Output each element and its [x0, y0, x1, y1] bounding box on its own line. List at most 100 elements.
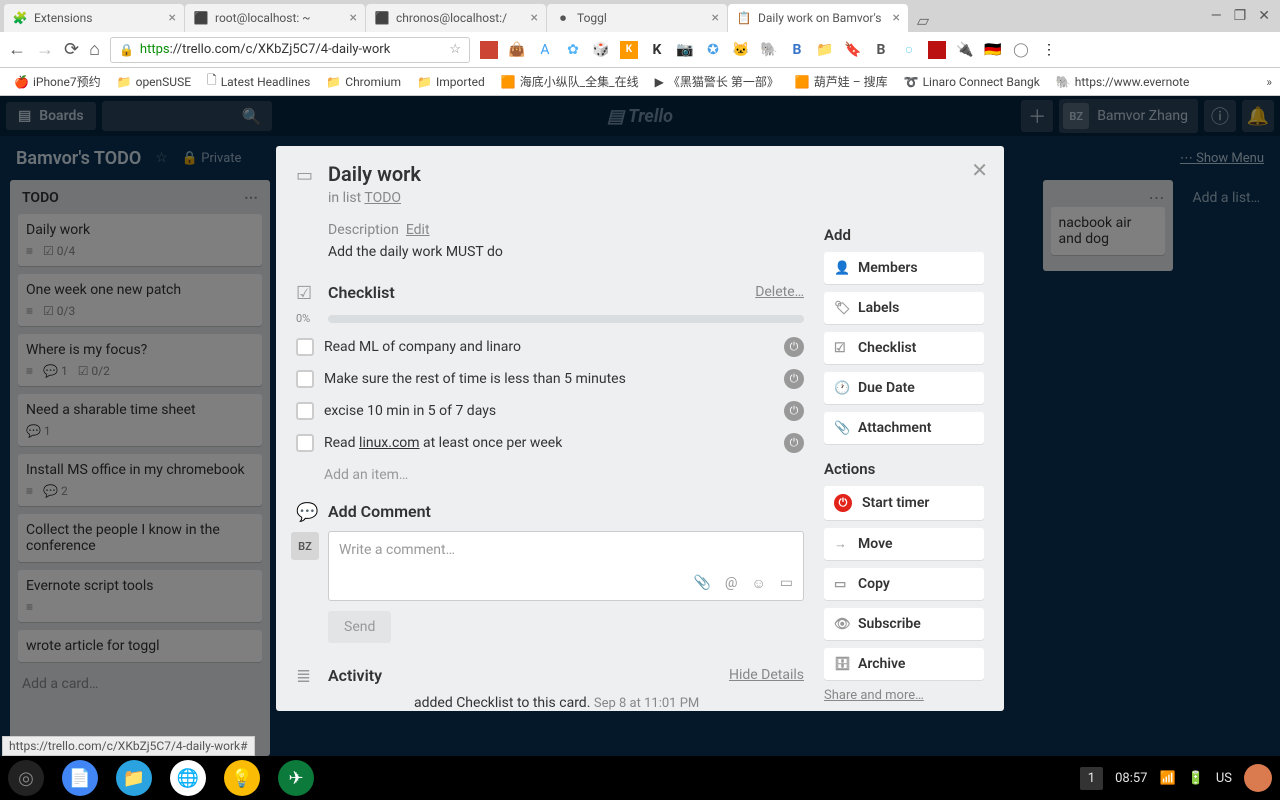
checkbox[interactable] — [296, 434, 314, 452]
language-indicator[interactable]: US — [1216, 771, 1232, 786]
subscribe-button[interactable]: 👁Subscribe — [824, 608, 984, 640]
maximize-icon[interactable]: ❐ — [1234, 8, 1247, 24]
ext-icon[interactable]: 🇩🇪 — [984, 41, 1002, 59]
back-icon[interactable]: ← — [8, 39, 26, 60]
close-icon[interactable]: × — [169, 10, 176, 26]
edit-link[interactable]: Edit — [406, 222, 430, 238]
ext-icon[interactable]: 🐱 — [732, 41, 750, 59]
forward-icon[interactable]: → — [36, 39, 54, 60]
close-icon[interactable]: ✕ — [971, 158, 988, 182]
docs-icon[interactable]: 📄 — [62, 760, 98, 796]
checkbox[interactable] — [296, 402, 314, 420]
bookmark[interactable]: 🗋Latest Headlines — [201, 69, 316, 94]
ext-icon[interactable]: 🎲 — [592, 41, 610, 59]
address-bar[interactable]: 🔒 https ://trello.com /c/XKbZj5C7/4-dail… — [110, 37, 470, 63]
delete-link[interactable]: Delete… — [755, 284, 804, 300]
add-checklist-item[interactable]: Add an item… — [324, 459, 804, 499]
mention-icon[interactable]: @ — [725, 575, 738, 592]
checkbox[interactable] — [296, 370, 314, 388]
hide-details-link[interactable]: Hide Details — [729, 667, 804, 683]
ext-icon[interactable] — [928, 41, 946, 59]
ext-icon[interactable]: A — [536, 41, 554, 59]
bookmark[interactable]: 📁Chromium — [320, 73, 407, 91]
attachment-button[interactable]: 📎Attachment — [824, 412, 984, 444]
ext-icon[interactable] — [480, 41, 498, 59]
bookmark[interactable]: 🟧海底小纵队_全集_在线 — [495, 71, 645, 92]
ext-icon[interactable]: ○ — [900, 41, 918, 59]
checklist-item[interactable]: Read ML of company and linaro ⏻ — [296, 331, 804, 363]
clock[interactable]: 08:57 — [1115, 771, 1147, 786]
share-link[interactable]: Share and more… — [824, 688, 984, 703]
send-button[interactable]: Send — [328, 611, 391, 643]
browser-tab[interactable]: 🧩 Extensions × — [4, 4, 184, 32]
ext-icon[interactable]: 🔖 — [844, 41, 862, 59]
notification-count[interactable]: 1 — [1080, 767, 1103, 790]
ext-icon[interactable]: 🔌 — [956, 41, 974, 59]
close-icon[interactable]: × — [350, 10, 357, 26]
ext-icon[interactable]: B — [788, 41, 806, 59]
labels-button[interactable]: 🏷Labels — [824, 292, 984, 324]
bookmark[interactable]: 🍎iPhone7预约 — [8, 71, 107, 92]
browser-tab[interactable]: ⏺ Toggl × — [547, 4, 727, 32]
power-icon[interactable]: ⏻ — [784, 337, 804, 357]
power-icon[interactable]: ⏻ — [784, 401, 804, 421]
wifi-icon[interactable]: 📶 — [1159, 771, 1175, 786]
checklist-button[interactable]: ☑Checklist — [824, 332, 984, 364]
checklist-item[interactable]: excise 10 min in 5 of 7 days ⏻ — [296, 395, 804, 427]
attachment-icon[interactable]: 📎 — [693, 575, 710, 592]
move-button[interactable]: →Move — [824, 528, 984, 560]
power-icon[interactable]: ⏻ — [784, 433, 804, 453]
bookmark[interactable]: 📁Imported — [411, 73, 491, 91]
ext-icon[interactable]: 📁 — [816, 41, 834, 59]
ext-icon[interactable]: ◯ — [1012, 41, 1030, 59]
link[interactable]: linux.com — [359, 435, 419, 451]
checklist-item[interactable]: Make sure the rest of time is less than … — [296, 363, 804, 395]
ext-icon[interactable]: K — [620, 41, 638, 59]
due-date-button[interactable]: 🕐Due Date — [824, 372, 984, 404]
copy-button[interactable]: ▭Copy — [824, 568, 984, 600]
close-icon[interactable]: × — [531, 10, 538, 26]
home-icon[interactable]: ⌂ — [89, 39, 100, 60]
checkbox[interactable] — [296, 338, 314, 356]
ext-icon[interactable]: 👜 — [508, 41, 526, 59]
chrome-icon[interactable]: 🌐 — [170, 760, 206, 796]
bookmark[interactable]: 🟧葫芦娃 – 搜库 — [789, 71, 894, 92]
bookmark[interactable]: ➰Linaro Connect Bangk — [898, 73, 1046, 91]
bookmark-overflow-icon[interactable]: » — [1266, 75, 1272, 89]
bookmark-star-icon[interactable]: ☆ — [449, 42, 461, 57]
keep-icon[interactable]: 💡 — [224, 760, 260, 796]
battery-icon[interactable]: 🔋 — [1188, 771, 1204, 786]
bookmark[interactable]: 🐘https://www.evernote — [1050, 73, 1196, 91]
list-link[interactable]: TODO — [364, 190, 401, 206]
ext-icon[interactable]: ✪ — [704, 41, 722, 59]
ext-icon[interactable]: 📷 — [676, 41, 694, 59]
start-timer-button[interactable]: ⏻Start timer — [824, 486, 984, 520]
ext-icon[interactable]: K — [648, 41, 666, 59]
files-icon[interactable]: 📁 — [116, 760, 152, 796]
checklist-item[interactable]: Read linux.com at least once per week ⏻ — [296, 427, 804, 459]
ext-icon[interactable]: B — [872, 41, 890, 59]
minimize-icon[interactable]: — — [1211, 8, 1222, 24]
members-button[interactable]: 👤Members — [824, 252, 984, 284]
description-text[interactable]: Add the daily work MUST do — [328, 244, 804, 260]
comment-input[interactable]: BZ Write a comment… 📎 @ ☺ ▭ — [328, 531, 804, 601]
browser-tab[interactable]: ⬛ root@localhost: ~ × — [185, 4, 365, 32]
ext-icon[interactable]: ✿ — [564, 41, 582, 59]
emoji-icon[interactable]: ☺ — [751, 575, 765, 592]
browser-tab-active[interactable]: 📋 Daily work on Bamvor's × — [728, 4, 908, 32]
bookmark[interactable]: ▶《黑猫警长 第一部》 — [649, 71, 785, 92]
window-close-icon[interactable]: ✕ — [1258, 8, 1270, 24]
power-icon[interactable]: ⏻ — [784, 369, 804, 389]
launcher-icon[interactable]: ◎ — [8, 760, 44, 796]
card-icon[interactable]: ▭ — [780, 575, 793, 592]
reload-icon[interactable]: ⟳ — [64, 39, 79, 60]
new-tab-button[interactable]: ▱ — [909, 8, 937, 32]
bookmark[interactable]: 📁openSUSE — [111, 73, 197, 91]
ext-icon[interactable]: 🐘 — [760, 41, 778, 59]
avatar[interactable] — [1244, 764, 1272, 792]
close-icon[interactable]: × — [712, 10, 719, 26]
modal-title[interactable]: Daily work — [328, 162, 421, 186]
archive-button[interactable]: 🗄Archive — [824, 648, 984, 680]
menu-icon[interactable]: ⋮ — [1040, 41, 1058, 59]
browser-tab[interactable]: ⬛ chronos@localhost:/ × — [366, 4, 546, 32]
